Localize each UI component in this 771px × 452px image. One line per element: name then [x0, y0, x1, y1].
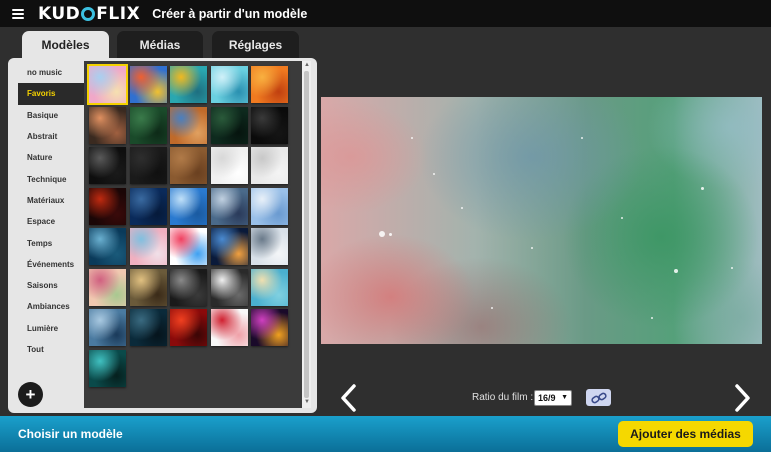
- add-template-button[interactable]: +: [18, 382, 43, 407]
- preview-speck: [701, 187, 704, 190]
- top-bar: KUD FLIX Créer à partir d'un modèle: [0, 0, 771, 27]
- template-thumb-dark-green-plants[interactable]: [210, 106, 248, 144]
- page-title: Créer à partir d'un modèle: [152, 6, 308, 21]
- preview-speck: [651, 317, 653, 319]
- template-thumb-cyan-waves[interactable]: [210, 66, 248, 103]
- preview-speck: [531, 247, 534, 250]
- chevron-left-icon: [341, 384, 356, 412]
- template-thumb-autumn-bokeh[interactable]: [89, 106, 126, 144]
- next-button[interactable]: [732, 383, 752, 413]
- template-thumb-pink-flowers[interactable]: [89, 268, 126, 306]
- template-thumb-snowy-branches[interactable]: [251, 228, 288, 265]
- tab-medias[interactable]: Médias: [117, 31, 203, 59]
- template-thumb-colorful-smoke[interactable]: [129, 66, 167, 103]
- category-espace[interactable]: Espace: [18, 211, 92, 232]
- preview-speck: [389, 233, 392, 236]
- category-saisons[interactable]: Saisons: [18, 275, 92, 296]
- category-favoris[interactable]: Favoris: [18, 83, 92, 105]
- footer-title: Choisir un modèle: [18, 427, 123, 441]
- preview-speck: [411, 137, 413, 139]
- ratio-select[interactable]: 16/9 ▼: [534, 390, 572, 406]
- template-thumb-red-hearts[interactable]: [210, 309, 248, 346]
- category-nature[interactable]: Nature: [18, 147, 92, 168]
- template-grid: [84, 61, 310, 408]
- template-thumb-beach-sea[interactable]: [251, 268, 288, 306]
- template-thumb-party-confetti[interactable]: [170, 228, 207, 265]
- tab-reglages[interactable]: Réglages: [212, 31, 299, 59]
- category-ambiances[interactable]: Ambiances: [18, 296, 92, 317]
- template-thumb-gray-gradient[interactable]: [170, 268, 207, 306]
- template-thumb-winter-trees[interactable]: [89, 309, 126, 346]
- template-thumb-red-bokeh[interactable]: [170, 309, 207, 346]
- category-technique[interactable]: Technique: [18, 168, 92, 189]
- template-thumb-orange-swirl[interactable]: [251, 66, 288, 103]
- chevron-right-icon: [735, 384, 750, 412]
- template-thumb-teal-yellow-blocks[interactable]: [170, 66, 207, 103]
- template-thumb-black-texture[interactable]: [129, 147, 167, 184]
- scrollbar-thumb[interactable]: [304, 71, 309, 398]
- template-grid-scrollbar[interactable]: ▲ ▼: [302, 61, 311, 408]
- template-thumb-black-silk[interactable]: [89, 147, 126, 184]
- kudoflix-logo[interactable]: KUD FLIX: [38, 4, 140, 24]
- preview-speck: [491, 307, 494, 310]
- plus-icon: +: [25, 384, 36, 404]
- template-thumb-silver-light[interactable]: [210, 268, 248, 306]
- template-thumb-light-blue-sky[interactable]: [251, 187, 288, 225]
- template-thumb-blue-sky-clouds[interactable]: [170, 187, 207, 225]
- category-materiaux[interactable]: Matériaux: [18, 190, 92, 211]
- category-no-music[interactable]: no music: [18, 62, 92, 83]
- scroll-down-icon[interactable]: ▼: [304, 399, 310, 405]
- preview-speck: [731, 267, 733, 269]
- template-thumb-desert-canyon[interactable]: [170, 106, 207, 144]
- preview-speck: [433, 173, 435, 175]
- template-thumb-neon-light-rays[interactable]: [251, 309, 288, 346]
- category-lumiere[interactable]: Lumière: [18, 318, 92, 339]
- template-panel: no music Favoris Basique Abstrait Nature…: [8, 58, 317, 413]
- link-icon: [590, 392, 607, 403]
- preview-speck: [379, 231, 385, 237]
- footer-bar: Choisir un modèle Ajouter des médias: [0, 416, 771, 452]
- template-thumb-red-particles[interactable]: [89, 187, 126, 225]
- template-thumb-teal-glow[interactable]: [89, 349, 126, 387]
- add-media-button[interactable]: Ajouter des médias: [618, 421, 753, 447]
- scroll-up-icon[interactable]: ▲: [304, 62, 310, 68]
- template-thumb-blue-night[interactable]: [129, 187, 167, 225]
- hamburger-icon[interactable]: [12, 8, 24, 19]
- preview-speck: [461, 207, 463, 209]
- template-thumb-crumpled-paper[interactable]: [251, 147, 288, 184]
- template-thumb-pastel-watercolor[interactable]: [87, 64, 128, 105]
- preview-speck: [674, 269, 678, 273]
- link-button[interactable]: [586, 389, 611, 406]
- category-basique[interactable]: Basique: [18, 105, 92, 126]
- template-thumb-green-leaves[interactable]: [129, 106, 167, 144]
- template-thumb-dark-forest-blue[interactable]: [129, 309, 167, 346]
- category-list: no music Favoris Basique Abstrait Nature…: [18, 62, 92, 360]
- ratio-label: Ratio du film :: [472, 392, 534, 403]
- template-thumb-wood-planks[interactable]: [170, 147, 207, 184]
- category-tout[interactable]: Tout: [18, 339, 92, 360]
- template-thumb-blue-bokeh[interactable]: [89, 228, 126, 265]
- previous-button[interactable]: [339, 383, 359, 413]
- template-thumb-balloons[interactable]: [129, 228, 167, 265]
- template-preview: [321, 97, 762, 344]
- logo-o-mark: [81, 6, 96, 21]
- template-thumb-white-surface[interactable]: [210, 147, 248, 184]
- category-abstrait[interactable]: Abstrait: [18, 126, 92, 147]
- tab-modeles[interactable]: Modèles: [22, 31, 109, 59]
- template-thumb-golden-bokeh[interactable]: [129, 268, 167, 306]
- template-thumb-fireworks-blue[interactable]: [210, 228, 248, 265]
- chevron-down-icon: ▼: [561, 394, 568, 401]
- category-temps[interactable]: Temps: [18, 232, 92, 253]
- preview-speck: [621, 217, 623, 219]
- ratio-select-value: 16/9: [538, 393, 556, 403]
- template-thumb-stormy-clouds[interactable]: [210, 187, 248, 225]
- tab-bar: Modèles Médias Réglages: [22, 31, 307, 59]
- preview-speck: [581, 137, 583, 139]
- template-thumb-black-waves[interactable]: [251, 106, 288, 144]
- category-evenements[interactable]: Événements: [18, 254, 92, 275]
